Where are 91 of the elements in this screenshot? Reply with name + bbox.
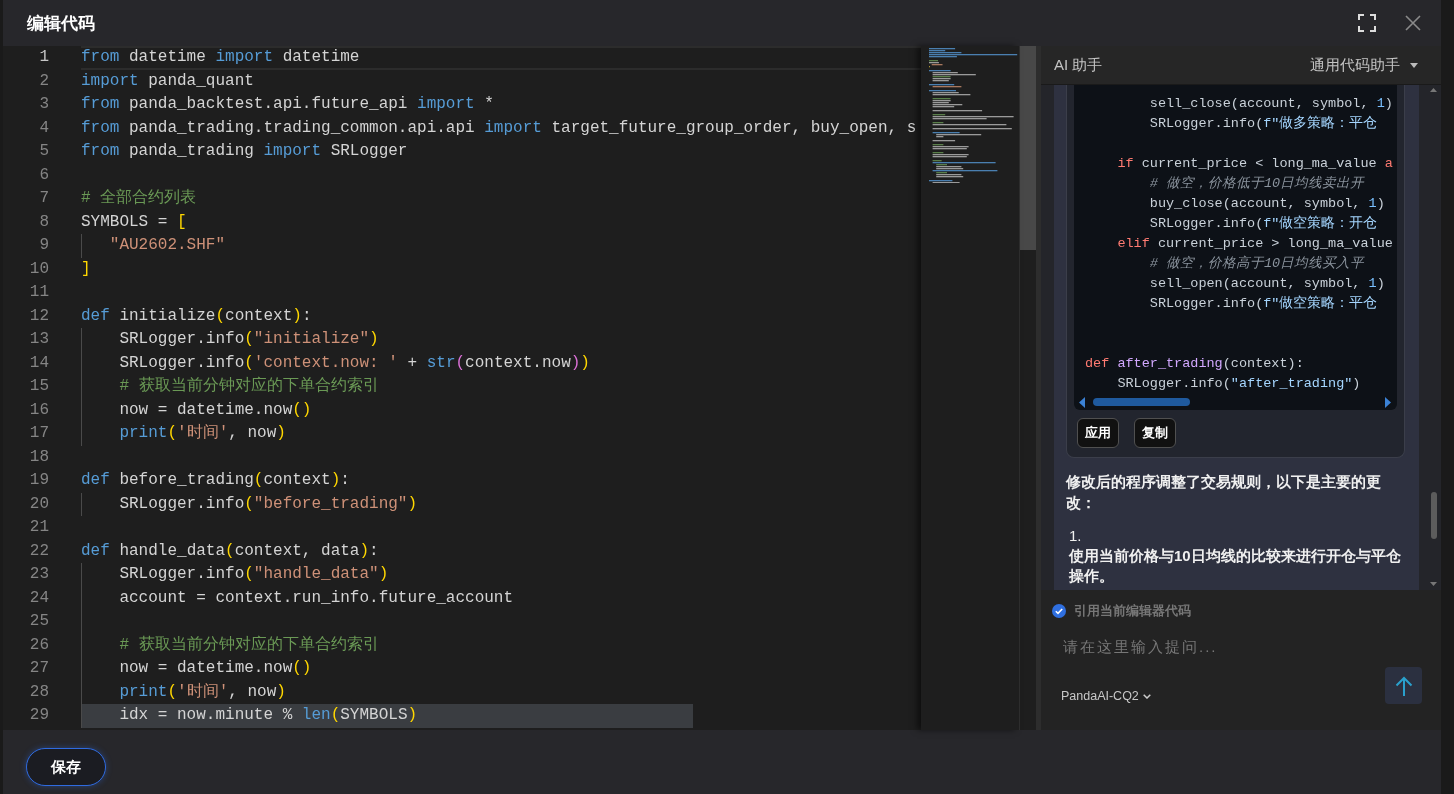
line-number: 26 xyxy=(28,634,49,656)
code-line: now = datetime.now() xyxy=(118,658,312,680)
line-number: 2 xyxy=(38,70,49,92)
line-number: 27 xyxy=(28,658,49,679)
list-number: 1. xyxy=(1069,526,1082,546)
code-action-button[interactable]: 复制 xyxy=(1134,418,1176,448)
line-number: 1 xyxy=(38,47,49,68)
code-line: SRLogger.info("after_trading") xyxy=(1116,375,1361,393)
line-number: 11 xyxy=(28,282,49,303)
line-number: 7 xyxy=(38,188,49,209)
code-line: buy_close(account, symbol, 1) xyxy=(1148,195,1385,213)
code-line: # 获取当前分钟对应的下单合约索引 xyxy=(118,634,379,656)
code-line: idx = now.minute % len(SYMBOLS) xyxy=(118,705,418,727)
caret-icon xyxy=(1410,62,1418,68)
line-number: 24 xyxy=(28,587,49,609)
checkbox[interactable] xyxy=(1052,604,1066,618)
scroll-right-arrow-icon[interactable] xyxy=(1385,396,1391,408)
code-line: SRLogger.info("before_trading") xyxy=(118,493,418,515)
scroll-up-arrow-icon[interactable] xyxy=(1430,88,1437,92)
line-number: 29 xyxy=(28,705,49,726)
code-line: SRLogger.info("handle_data") xyxy=(118,564,389,586)
line-number: 8 xyxy=(38,211,49,233)
line-number: 5 xyxy=(38,141,49,162)
line-number: 20 xyxy=(28,493,49,515)
line-number: 19 xyxy=(28,470,49,491)
code-line: def before_trading(context): xyxy=(81,470,350,492)
line-number: 10 xyxy=(28,258,49,280)
save-button[interactable]: 保存 xyxy=(26,748,106,786)
code-line: import panda_quant xyxy=(81,70,254,92)
code-line: SRLogger.info("initialize") xyxy=(118,329,379,351)
line-number: 28 xyxy=(28,681,49,703)
close-icon[interactable] xyxy=(1405,15,1421,31)
code-line: # 做空，价格低于10日均线卖出开 xyxy=(1148,175,1365,193)
arrow-up-icon xyxy=(1394,675,1413,696)
line-number: 22 xyxy=(28,540,49,562)
code-line: SRLogger.info(f"做空策略：开仓 xyxy=(1148,214,1378,233)
code-line: sell_close(account, symbol, 1) xyxy=(1148,95,1393,113)
panel-title: AI 助手 xyxy=(1054,54,1103,75)
line-number: 21 xyxy=(28,517,49,538)
code-line: def initialize(context): xyxy=(81,305,312,327)
scroll-left-arrow-icon[interactable] xyxy=(1079,396,1085,408)
code-action-button[interactable]: 应用 xyxy=(1077,418,1119,448)
code-line: print('时间', now) xyxy=(118,423,286,445)
code-line: sell_open(account, symbol, 1) xyxy=(1148,275,1385,293)
scrollbar-thumb[interactable] xyxy=(1093,398,1190,406)
checkbox-label: 引用当前编辑器代码 xyxy=(1074,602,1191,620)
line-number: 25 xyxy=(28,611,49,632)
code-line: from datetime import datetime xyxy=(81,48,360,68)
send-button[interactable] xyxy=(1385,667,1422,704)
line-number: 18 xyxy=(28,446,49,468)
scrollbar-thumb[interactable] xyxy=(1430,492,1437,539)
code-line: def handle_data(context, data): xyxy=(81,540,379,562)
line-number: 3 xyxy=(38,94,49,115)
code-line: SRLogger.info(f"做多策略：平仓 xyxy=(1148,114,1378,133)
code-line: if current_price < long_ma_value a xyxy=(1116,155,1393,173)
code-line: from panda_backtest.api.future_api import * xyxy=(81,94,494,116)
line-number: 23 xyxy=(28,564,49,585)
code-line: SYMBOLS = [ xyxy=(81,211,187,233)
code-line: def after_trading(context): xyxy=(1085,355,1304,373)
code-line: from panda_trading.trading_common.api.api import target_future_group_order, buy_open, s xyxy=(81,117,917,139)
code-line: SRLogger.info('context.now: ' + str(context.now)) xyxy=(118,352,590,374)
code-line: now = datetime.now() xyxy=(118,399,312,421)
line-number: 12 xyxy=(28,305,49,327)
code-line: from panda_trading import SRLogger xyxy=(81,141,408,163)
code-line: account = context.run_info.future_account xyxy=(118,587,514,609)
line-number: 16 xyxy=(28,399,49,421)
line-number: 9 xyxy=(38,235,49,256)
window-title: 编辑代码 xyxy=(27,14,95,32)
code-line: SRLogger.info(f"做空策略：平仓 xyxy=(1148,294,1378,313)
code-line: # 获取当前分钟对应的下单合约索引 xyxy=(118,375,379,398)
code-line: "AU2602.SHF" xyxy=(108,235,226,257)
scroll-down-arrow-icon[interactable] xyxy=(1430,582,1437,586)
line-number: 17 xyxy=(28,423,49,444)
fullscreen-icon[interactable] xyxy=(1358,14,1376,32)
mode-dropdown[interactable]: 通用代码助手 xyxy=(1310,53,1418,77)
code-line: print('时间', now) xyxy=(118,681,286,703)
code-line: # 全部合约列表 xyxy=(81,188,197,210)
code-line: elif current_price > long_ma_value xyxy=(1116,235,1393,253)
line-number: 15 xyxy=(28,376,49,397)
code-line: # 做空，价格高于10日均线买入平 xyxy=(1148,254,1365,273)
model-dropdown[interactable]: PandaAI-CQ2 xyxy=(1061,688,1151,704)
line-number: 4 xyxy=(38,117,49,139)
code-line: ] xyxy=(81,258,91,280)
line-number: 14 xyxy=(28,352,49,374)
line-number: 6 xyxy=(38,164,49,186)
scrollbar-thumb[interactable] xyxy=(1020,46,1036,250)
reply-text: 修改后的程序调整了交易规则，以下是主要的更改： xyxy=(1066,472,1382,513)
chevron-down-icon xyxy=(1142,693,1151,699)
question-input[interactable]: 请在这里输入提问... xyxy=(1052,632,1422,662)
line-number: 13 xyxy=(28,329,49,350)
list-item-text: 使用当前价格与10日均线的比较来进行开仓与平仓操作。 xyxy=(1069,546,1402,586)
